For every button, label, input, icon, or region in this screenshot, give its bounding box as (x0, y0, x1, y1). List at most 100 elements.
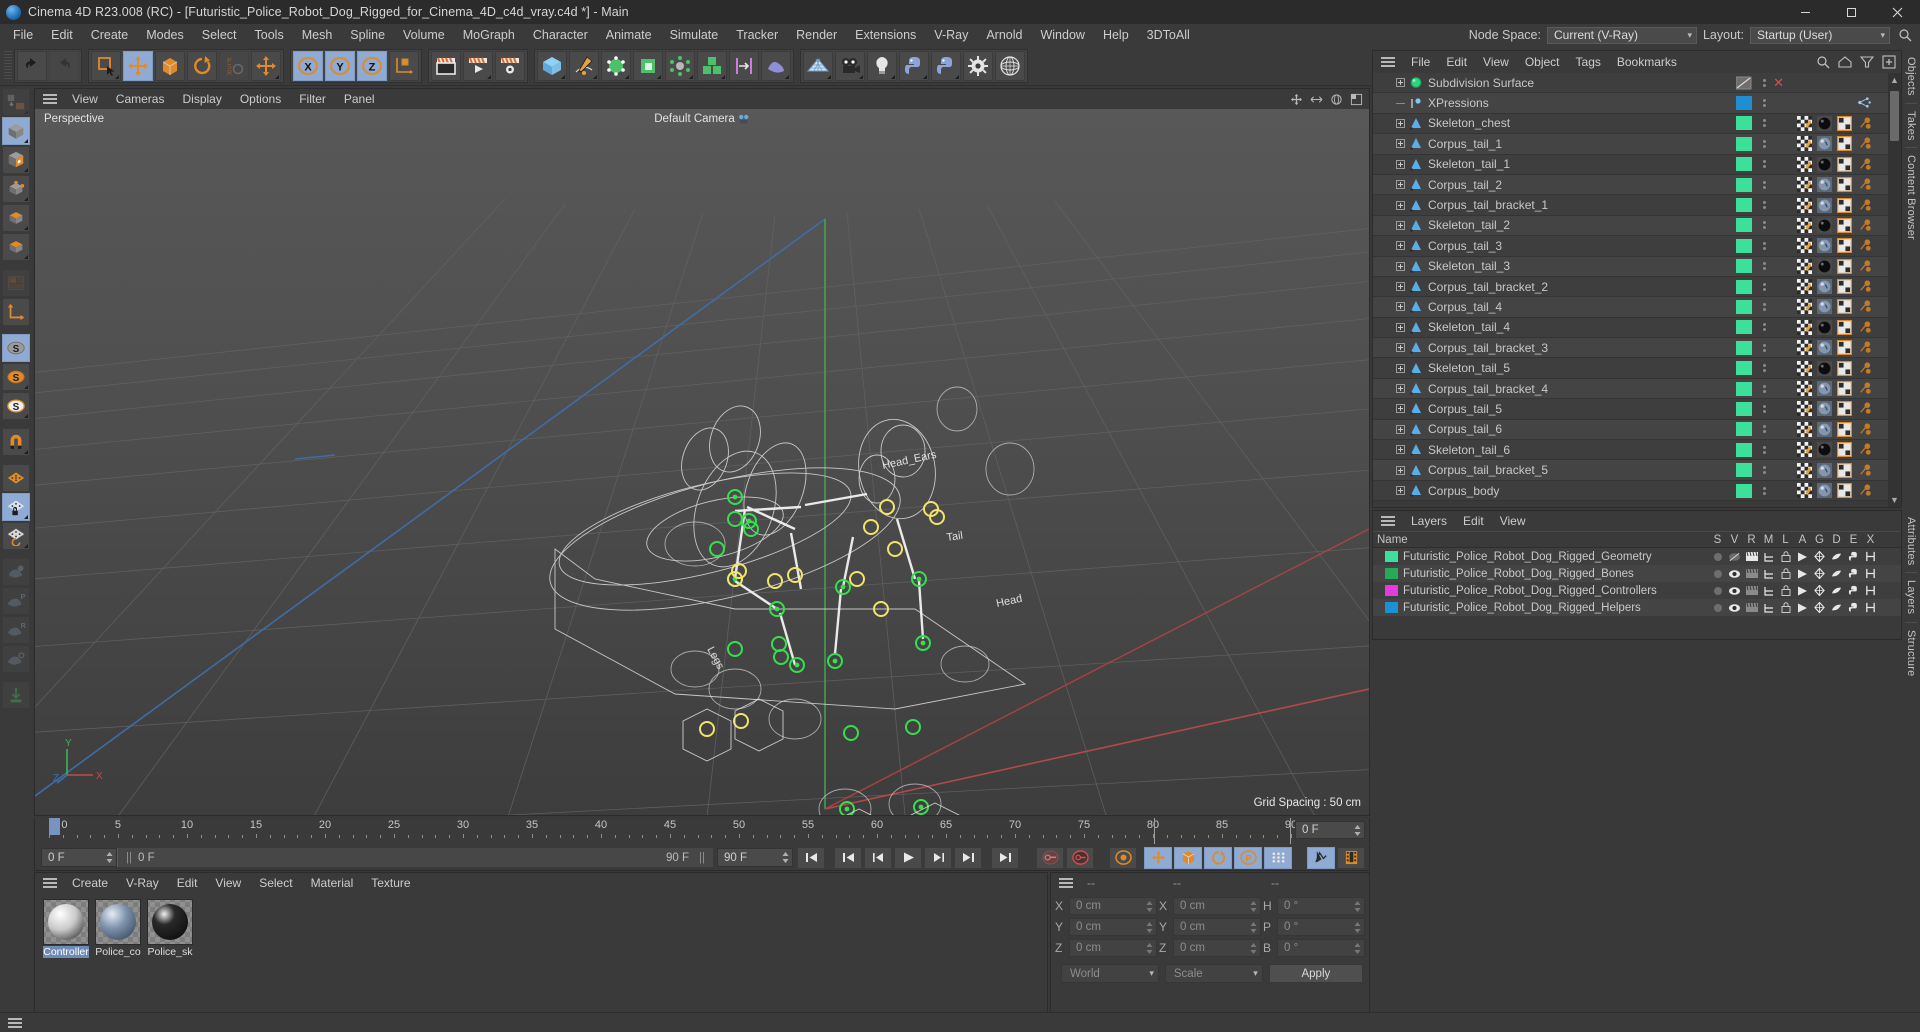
layer-visibility-toggle[interactable] (1726, 552, 1743, 562)
filter-icon[interactable] (1858, 53, 1875, 70)
points-tag-icon[interactable] (1857, 320, 1872, 335)
keyframe-selection-button[interactable] (1109, 846, 1137, 869)
menu-edit[interactable]: Edit (42, 24, 82, 46)
texture-check-tag-icon[interactable] (1797, 115, 1812, 131)
nurbs-button[interactable] (601, 50, 631, 81)
position-z-input[interactable]: 0 cm (1069, 939, 1157, 957)
visibility-dots[interactable] (1736, 320, 1752, 335)
live-selection-tool[interactable] (91, 50, 121, 81)
world-axis-tool[interactable] (251, 50, 281, 81)
add-icon[interactable] (1880, 53, 1897, 70)
material-blue-tag-icon[interactable] (1817, 401, 1832, 417)
layer-render-toggle[interactable] (1743, 551, 1760, 562)
object-row[interactable]: Skeleton_chest (1373, 113, 1888, 135)
menu-animate[interactable]: Animate (597, 24, 661, 46)
expand-icon[interactable] (1396, 200, 1405, 210)
go-to-start-button[interactable] (797, 846, 825, 869)
uv-tag-icon[interactable] (1836, 421, 1853, 437)
layer-expression-toggle[interactable] (1845, 602, 1862, 613)
texture-check-tag-icon[interactable] (1797, 136, 1812, 152)
material-menu-edit[interactable]: Edit (168, 873, 207, 893)
polygons-mode-button[interactable] (2, 233, 30, 261)
points-tag-icon[interactable] (1857, 422, 1872, 437)
object-tree[interactable]: Subdivision Surface ✕ XPressions Skeleton_c… (1373, 73, 1888, 507)
coordinate-system-toggle[interactable] (389, 50, 419, 81)
close-icon[interactable]: ✕ (1773, 76, 1784, 89)
layer-render-toggle[interactable] (1743, 568, 1760, 579)
rotation-b-input[interactable]: 0 ° (1277, 939, 1365, 957)
tree-toggle[interactable] (1373, 424, 1407, 434)
texture-check-tag-icon[interactable] (1797, 238, 1812, 254)
material-blue-tag-icon[interactable] (1817, 197, 1832, 213)
layer-visibility-toggle[interactable] (1726, 603, 1743, 613)
layers-menu-edit[interactable]: Edit (1455, 511, 1492, 531)
record-button[interactable] (2, 681, 30, 709)
menu-select[interactable]: Select (193, 24, 246, 46)
layer-expression-toggle[interactable] (1845, 551, 1862, 562)
material-list[interactable]: Controller Police_co Police_sk (35, 893, 1047, 1013)
tree-toggle[interactable] (1373, 159, 1407, 169)
visibility-dots[interactable] (1736, 259, 1752, 274)
field-button[interactable] (761, 50, 791, 81)
points-tag-icon[interactable] (1857, 177, 1872, 192)
coordinate-system-dropdown[interactable]: World ▾ (1061, 964, 1159, 983)
tree-toggle[interactable] (1373, 486, 1407, 495)
bend-deformer-button[interactable] (665, 50, 695, 81)
menu-spline[interactable]: Spline (341, 24, 394, 46)
enable-dots[interactable] (1763, 486, 1766, 495)
layer-lock-toggle[interactable] (1777, 585, 1794, 596)
layer-generator-toggle[interactable] (1811, 568, 1828, 579)
points-tag-icon[interactable] (1857, 483, 1872, 498)
enable-dots[interactable] (1763, 425, 1766, 434)
xpresso-tag-icon[interactable] (1857, 96, 1872, 111)
layer-solo-toggle[interactable] (1709, 552, 1726, 562)
timeline-button[interactable] (1337, 846, 1365, 869)
apply-button[interactable]: Apply (1268, 964, 1364, 983)
layer-expression-toggle[interactable] (1845, 585, 1862, 596)
uv-mode-button[interactable] (2, 269, 30, 297)
enable-dots[interactable] (1763, 323, 1766, 332)
material-blue-tag-icon[interactable] (1817, 136, 1832, 152)
menu-modes[interactable]: Modes (137, 24, 193, 46)
expand-icon[interactable] (1396, 180, 1405, 190)
visibility-dots[interactable] (1736, 96, 1752, 111)
spinner-icon[interactable] (1250, 942, 1257, 954)
points-tag-icon[interactable] (1857, 259, 1872, 274)
layer-render-toggle[interactable] (1743, 602, 1760, 613)
visibility-dots[interactable] (1736, 442, 1752, 457)
object-row[interactable]: Skeleton_tail_6 (1373, 440, 1888, 461)
layer-color-swatch[interactable] (1385, 602, 1398, 613)
visibility-dots[interactable] (1736, 177, 1752, 192)
texture-check-tag-icon[interactable] (1797, 156, 1812, 172)
enable-dots[interactable] (1763, 99, 1766, 108)
tree-toggle[interactable] (1373, 261, 1407, 271)
spline-pen-button[interactable] (569, 50, 599, 81)
enable-dots[interactable] (1763, 119, 1766, 128)
toolbar-grip[interactable] (4, 50, 12, 81)
sphere-wire-button[interactable] (995, 50, 1025, 81)
parameter-key-button[interactable]: P (1234, 846, 1262, 869)
object-manager-scrollbar[interactable]: ▲ ▼ (1888, 73, 1901, 507)
object-menu-icon[interactable] (1381, 57, 1395, 67)
object-row[interactable]: Skeleton_tail_4 (1373, 317, 1888, 339)
maximize-button[interactable] (1828, 0, 1874, 24)
material-item[interactable]: Police_sk (147, 899, 195, 1013)
layer-lock-toggle[interactable] (1777, 551, 1794, 562)
undo-button[interactable] (17, 50, 47, 81)
layer-row[interactable]: Futuristic_Police_Robot_Dog_Rigged_Helpe… (1373, 599, 1901, 616)
layer-manager-toggle[interactable] (1760, 586, 1777, 596)
enable-dots[interactable] (1763, 139, 1766, 148)
visibility-dots[interactable] (1736, 299, 1752, 314)
points-tag-icon[interactable] (1857, 279, 1872, 294)
move-tool[interactable] (123, 50, 153, 81)
spinner-icon[interactable] (1354, 900, 1361, 912)
object-row[interactable]: Corpus_tail_bracket_4 (1373, 378, 1888, 400)
uv-tag-icon[interactable] (1836, 279, 1853, 295)
material-blue-tag-icon[interactable] (1817, 340, 1832, 356)
point-level-animation-button[interactable] (1264, 846, 1292, 869)
object-menu-file[interactable]: File (1403, 51, 1438, 73)
texture-check-tag-icon[interactable] (1797, 258, 1812, 274)
layer-xref-toggle[interactable] (1862, 585, 1879, 596)
layer-animation-toggle[interactable] (1794, 552, 1811, 562)
material-menu-view[interactable]: View (206, 873, 250, 893)
